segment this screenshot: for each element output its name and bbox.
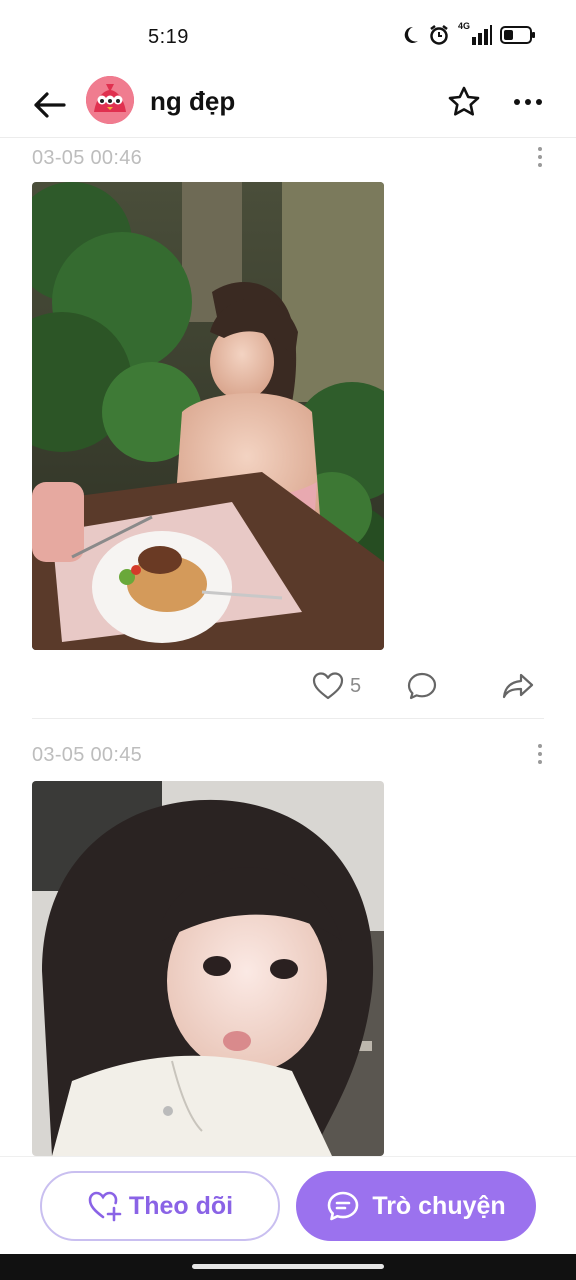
share-icon	[502, 673, 534, 699]
system-nav-bar	[0, 1254, 576, 1280]
status-time: 5:19	[148, 26, 189, 48]
back-button[interactable]	[28, 84, 70, 126]
post-photo[interactable]	[32, 182, 384, 650]
post-divider	[32, 718, 544, 719]
heart-plus-icon	[88, 1191, 122, 1222]
heart-icon	[312, 672, 344, 700]
comment-button[interactable]	[402, 666, 442, 706]
status-icons: 4G	[400, 21, 536, 46]
more-icon	[514, 99, 542, 105]
post-actions: 5	[0, 666, 576, 706]
moon-icon	[404, 26, 418, 43]
follow-label: Theo dõi	[128, 1191, 234, 1220]
alarm-icon	[430, 25, 448, 45]
favorite-button[interactable]	[444, 82, 484, 122]
home-indicator[interactable]	[192, 1264, 384, 1269]
top-bar: ng đẹp	[0, 72, 576, 138]
chat-button[interactable]: Trò chuyện	[296, 1171, 536, 1241]
like-count: 5	[350, 674, 362, 697]
post-timestamp: 03-05 00:45	[32, 744, 143, 766]
post-timestamp: 03-05 00:46	[32, 147, 143, 169]
star-icon	[448, 86, 480, 116]
post-photo[interactable]	[32, 781, 384, 1156]
channel-avatar[interactable]	[86, 76, 134, 124]
follow-button[interactable]: Theo dõi	[40, 1171, 280, 1241]
post-menu-button[interactable]	[530, 742, 550, 766]
signal-icon: 4G	[458, 21, 492, 45]
share-button[interactable]	[498, 666, 538, 706]
more-button[interactable]	[508, 84, 548, 120]
feed-post: 03-05 00:46 5	[0, 139, 576, 720]
battery-icon	[500, 26, 535, 44]
chat-label: Trò chuyện	[372, 1191, 506, 1220]
feed-post: 03-05 00:45	[0, 736, 576, 1156]
status-bar: 5:19 4G	[0, 0, 576, 72]
post-menu-button[interactable]	[530, 145, 550, 169]
like-button[interactable]: 5	[312, 666, 361, 706]
chat-icon	[328, 1191, 359, 1221]
comment-icon	[407, 672, 437, 700]
arrow-left-icon	[34, 92, 66, 118]
channel-title: ng đẹp	[150, 86, 236, 116]
bottom-action-bar: Theo dõi Trò chuyện	[0, 1156, 576, 1254]
